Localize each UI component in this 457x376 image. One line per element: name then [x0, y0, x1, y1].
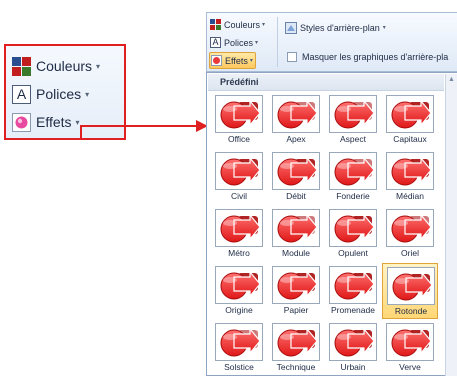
effect-preview-icon	[329, 152, 377, 190]
effect-option-label: Métro	[228, 248, 250, 258]
effect-option[interactable]: Technique	[268, 320, 324, 376]
effect-option-label: Technique	[276, 362, 316, 372]
colors-icon	[210, 19, 221, 30]
chevron-down-icon: ▾	[382, 25, 386, 31]
checkbox-icon	[287, 52, 297, 62]
chevron-down-icon: ▾	[255, 40, 259, 46]
effect-option-label: Aspect	[340, 134, 366, 144]
font-icon-glyph: A	[212, 37, 219, 47]
chevron-down-icon: ▾	[249, 58, 253, 64]
effect-preview-icon	[215, 152, 263, 190]
effect-option-label: Débit	[286, 191, 306, 201]
effect-preview-icon	[386, 209, 434, 247]
effect-option[interactable]: Opulent	[325, 206, 381, 262]
effect-preview-icon	[272, 266, 320, 304]
effect-option-label: Opulent	[338, 248, 368, 258]
background-styles-button[interactable]: Styles d'arrière-plan ▾	[285, 19, 386, 36]
polices-button[interactable]: A Polices ▾	[209, 34, 260, 51]
effect-option-label: Papier	[283, 305, 309, 315]
polices-label: Polices	[224, 37, 254, 48]
effets-label: Effets	[225, 55, 248, 66]
effect-option[interactable]: Promenade	[325, 263, 381, 319]
effect-option[interactable]: Rotonde	[382, 263, 438, 319]
effect-option-label: Solstice	[224, 362, 254, 372]
effect-preview-icon	[329, 323, 377, 361]
scroll-up-icon[interactable]: ▲	[448, 76, 455, 83]
effect-option[interactable]: Solstice	[211, 320, 267, 376]
effect-option[interactable]: Débit	[268, 149, 324, 205]
effect-option-label: Rotonde	[394, 306, 428, 316]
background-styles-label: Styles d'arrière-plan	[300, 22, 380, 33]
effect-preview-icon	[387, 267, 435, 305]
effect-option-label: Médian	[396, 191, 424, 201]
effect-option[interactable]: Papier	[268, 263, 324, 319]
effect-option-label: Civil	[230, 191, 248, 201]
effect-option[interactable]: Office	[211, 92, 267, 148]
gallery-section-header: Prédéfini	[208, 74, 444, 91]
effets-button[interactable]: Effets ▾	[209, 52, 256, 69]
effect-option[interactable]: Module	[268, 206, 324, 262]
effect-preview-icon	[386, 323, 434, 361]
couleurs-button[interactable]: Couleurs ▾	[209, 16, 267, 33]
effect-option[interactable]: Urbain	[325, 320, 381, 376]
design-ribbon-group: Couleurs ▾ A Polices ▾ Effets ▾ Styles d…	[206, 12, 457, 72]
effect-option[interactable]: Civil	[211, 149, 267, 205]
effect-preview-icon	[386, 152, 434, 190]
gallery-scrollbar[interactable]: ▲	[445, 74, 457, 376]
effect-option[interactable]: Métro	[211, 206, 267, 262]
effects-gallery: Prédéfini Office Apex Aspect Capitaux Civil D…	[206, 72, 457, 376]
chevron-down-icon: ▾	[262, 22, 266, 28]
effect-preview-icon	[272, 323, 320, 361]
effect-preview-icon	[329, 209, 377, 247]
effect-preview-icon	[386, 95, 434, 133]
effect-preview-icon	[215, 95, 263, 133]
effect-preview-icon	[215, 323, 263, 361]
couleurs-label: Couleurs	[224, 19, 261, 30]
effect-preview-icon	[272, 95, 320, 133]
effect-option-label: Fonderie	[336, 191, 370, 201]
hide-background-graphics-label: Masquer les graphiques d'arrière-pla	[302, 52, 449, 62]
effect-preview-icon	[272, 209, 320, 247]
effect-option[interactable]: Apex	[268, 92, 324, 148]
effect-option[interactable]: Fonderie	[325, 149, 381, 205]
effects-icon	[211, 55, 222, 66]
effect-preview-icon	[329, 266, 377, 304]
effect-preview-icon	[215, 266, 263, 304]
effect-option[interactable]: Médian	[382, 149, 438, 205]
ribbon-separator	[277, 17, 278, 67]
font-icon: A	[210, 37, 221, 48]
effect-option-label: Module	[282, 248, 310, 258]
effect-option-label: Urbain	[340, 362, 366, 372]
effect-option-label: Office	[227, 134, 251, 144]
effect-option-label: Capitaux	[393, 134, 427, 144]
effect-preview-icon	[215, 209, 263, 247]
effect-option-label: Oriel	[401, 248, 419, 258]
hide-background-graphics-checkbox[interactable]: Masquer les graphiques d'arrière-pla	[287, 50, 448, 64]
effect-option[interactable]: Capitaux	[382, 92, 438, 148]
effect-option-label: Apex	[286, 134, 306, 144]
effect-preview-icon	[329, 95, 377, 133]
effect-option[interactable]: Origine	[211, 263, 267, 319]
background-styles-icon	[285, 21, 297, 34]
effect-option[interactable]: Aspect	[325, 92, 381, 148]
effect-option[interactable]: Verve	[382, 320, 438, 376]
effect-option[interactable]: Oriel	[382, 206, 438, 262]
effect-option-label: Origine	[225, 305, 253, 315]
effect-option-label: Promenade	[331, 305, 375, 315]
effect-option-label: Verve	[399, 362, 421, 372]
effect-preview-icon	[272, 152, 320, 190]
